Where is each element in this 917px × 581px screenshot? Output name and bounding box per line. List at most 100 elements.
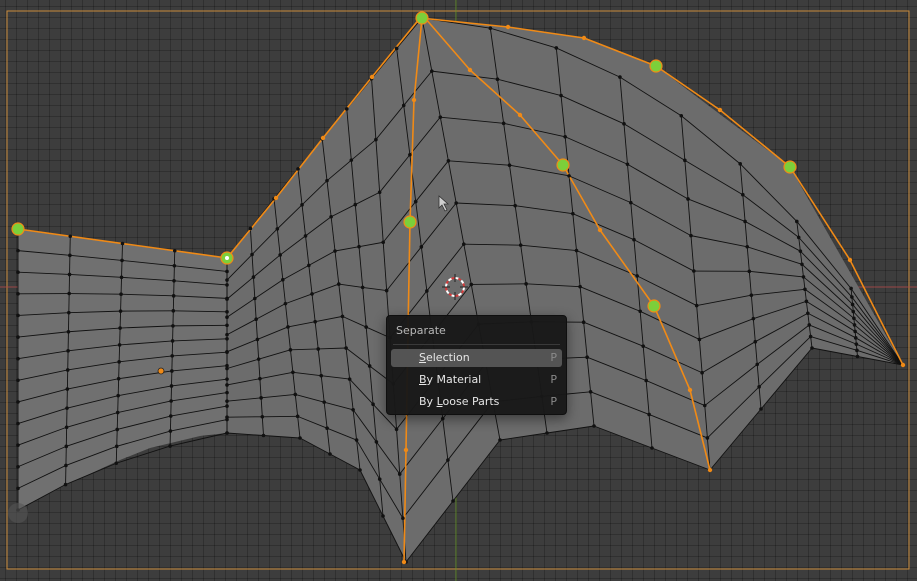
mesh-vertex[interactable] — [351, 407, 355, 412]
mesh-vertex[interactable] — [225, 278, 229, 282]
menu-item-by-loose-parts[interactable]: By Loose Parts P — [391, 393, 562, 411]
mesh-vertex[interactable] — [16, 486, 20, 491]
mesh-vertex[interactable] — [117, 343, 122, 347]
mesh-vertex[interactable] — [347, 377, 352, 381]
mesh-vertex[interactable] — [275, 227, 280, 231]
mesh-vertex[interactable] — [679, 113, 684, 118]
mesh-vertex[interactable] — [804, 299, 809, 304]
selected-vertex[interactable] — [517, 112, 523, 118]
mesh-vertex[interactable] — [168, 444, 172, 448]
mesh-vertex[interactable] — [625, 162, 630, 167]
selected-vertex[interactable] — [707, 467, 713, 473]
mesh-vertex[interactable] — [585, 355, 589, 360]
mesh-vertex[interactable] — [367, 364, 372, 368]
mesh-vertex[interactable] — [340, 314, 345, 319]
mesh-vertex[interactable] — [641, 344, 646, 348]
mesh-vertex[interactable] — [807, 323, 812, 327]
mesh-vertex[interactable] — [622, 122, 626, 126]
mesh-scene[interactable] — [0, 0, 917, 581]
mesh-vertex[interactable] — [64, 425, 69, 430]
mesh-vertex[interactable] — [855, 348, 859, 353]
mesh-vertex[interactable] — [358, 468, 362, 472]
3d-viewport[interactable]: Separate Selection P By Material P By Lo… — [0, 0, 917, 581]
mesh-vertex[interactable] — [250, 252, 254, 257]
mesh-vertex[interactable] — [298, 436, 302, 440]
mesh-vertex[interactable] — [16, 464, 20, 469]
mesh-vertex[interactable] — [171, 324, 175, 328]
mesh-vertex[interactable] — [117, 360, 121, 364]
mesh-vertex[interactable] — [225, 269, 229, 274]
mesh-vertex[interactable] — [225, 310, 229, 314]
mesh-vertex[interactable] — [313, 319, 317, 324]
mesh-vertex[interactable] — [65, 387, 70, 391]
mesh-vertex[interactable] — [68, 253, 72, 258]
mesh-vertex[interactable] — [114, 444, 119, 449]
mesh-vertex[interactable] — [114, 461, 119, 466]
selected-vertex[interactable] — [369, 74, 375, 80]
selected-vertex[interactable] — [717, 107, 723, 113]
mesh-vertex[interactable] — [16, 270, 20, 275]
mesh-vertex[interactable] — [381, 240, 386, 245]
mesh-vertex[interactable] — [853, 336, 858, 340]
mesh-vertex[interactable] — [225, 315, 229, 320]
separate-context-menu[interactable]: Separate Selection P By Material P By Lo… — [386, 315, 567, 415]
active-vertex-highlight[interactable] — [783, 160, 797, 174]
selected-vertex[interactable] — [581, 35, 587, 41]
mesh-vertex[interactable] — [325, 426, 329, 431]
mesh-vertex[interactable] — [259, 396, 263, 400]
selected-vertex[interactable] — [403, 447, 409, 453]
mesh-vertex[interactable] — [618, 75, 622, 79]
mesh-vertex[interactable] — [401, 103, 406, 108]
mesh-vertex[interactable] — [795, 219, 799, 224]
mesh-vertex[interactable] — [118, 326, 122, 330]
mesh-vertex[interactable] — [738, 162, 743, 166]
mesh-vertex[interactable] — [808, 334, 813, 339]
mesh-vertex[interactable] — [803, 287, 807, 292]
mesh-vertex[interactable] — [574, 248, 579, 253]
mesh-vertex[interactable] — [322, 400, 326, 404]
mesh-vertex[interactable] — [749, 293, 754, 298]
mesh-vertex[interactable] — [524, 282, 528, 286]
mesh-vertex[interactable] — [581, 320, 586, 324]
mesh-vertex[interactable] — [507, 163, 512, 168]
mesh-vertex[interactable] — [438, 115, 443, 119]
mesh-vertex[interactable] — [119, 275, 124, 280]
mesh-vertex[interactable] — [425, 289, 429, 293]
mesh-vertex[interactable] — [300, 203, 304, 207]
menu-item-by-material[interactable]: By Material P — [391, 371, 562, 389]
mesh-vertex[interactable] — [169, 399, 173, 403]
mesh-vertex[interactable] — [469, 282, 474, 287]
mesh-vertex[interactable] — [638, 309, 642, 314]
mesh-vertex[interactable] — [800, 262, 804, 267]
mesh-vertex[interactable] — [225, 349, 229, 354]
mesh-vertex[interactable] — [743, 219, 747, 224]
mesh-vertex[interactable] — [850, 295, 854, 299]
mesh-vertex[interactable] — [855, 354, 860, 359]
mesh-vertex[interactable] — [278, 253, 282, 257]
mesh-vertex[interactable] — [225, 377, 229, 381]
mesh-vertex[interactable] — [374, 137, 378, 142]
active-vertex-highlight[interactable] — [415, 11, 429, 25]
mesh-vertex[interactable] — [381, 514, 385, 518]
mesh-vertex[interactable] — [225, 366, 229, 371]
mesh-vertex[interactable] — [225, 431, 229, 435]
mesh-vertex[interactable] — [296, 167, 300, 171]
mesh-vertex[interactable] — [394, 427, 399, 432]
mesh-vertex[interactable] — [172, 248, 177, 253]
selected-vertex[interactable] — [273, 195, 279, 201]
mesh-vertex[interactable] — [567, 174, 571, 178]
mesh-vertex[interactable] — [119, 292, 123, 297]
mesh-vertex[interactable] — [253, 296, 257, 301]
mesh-vertex[interactable] — [592, 424, 596, 428]
mesh-vertex[interactable] — [16, 356, 20, 361]
mesh-vertex[interactable] — [854, 342, 859, 346]
mesh-vertex[interactable] — [225, 336, 229, 341]
mesh-vertex[interactable] — [172, 278, 176, 283]
mesh-vertex[interactable] — [333, 249, 337, 253]
mesh-vertex[interactable] — [16, 400, 20, 404]
mesh-vertex[interactable] — [686, 197, 690, 201]
mesh-vertex[interactable] — [115, 427, 120, 432]
mesh-vertex[interactable] — [286, 325, 290, 329]
mesh-vertex[interactable] — [115, 410, 120, 415]
mesh-vertex[interactable] — [120, 241, 125, 246]
